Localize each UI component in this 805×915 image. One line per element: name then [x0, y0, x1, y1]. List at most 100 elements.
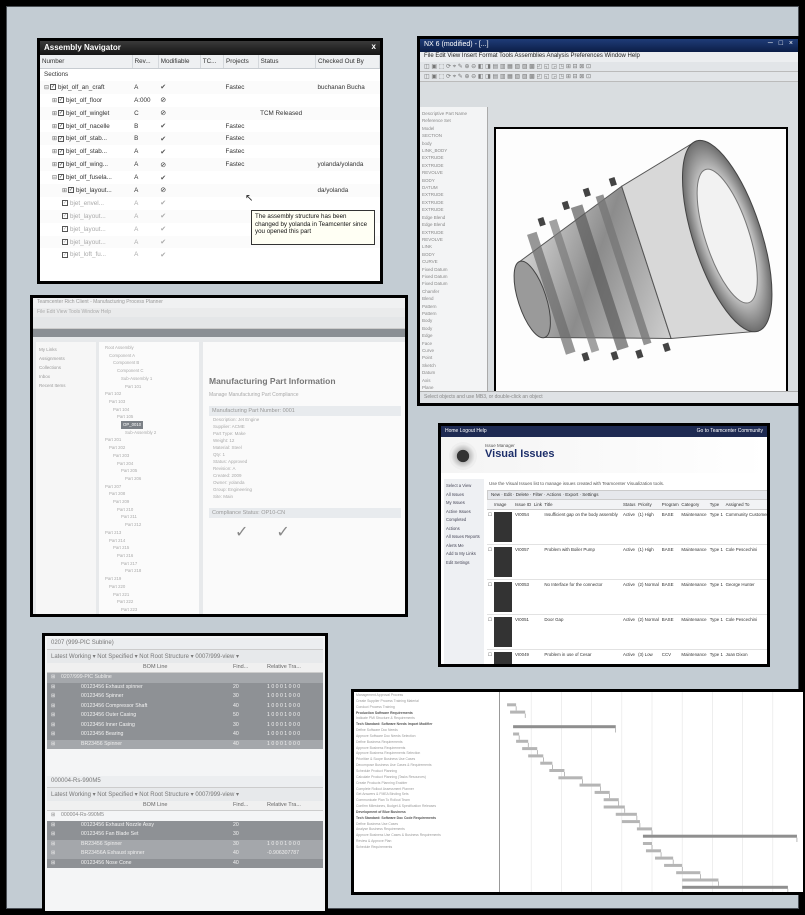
gantt-bar[interactable]	[510, 710, 526, 714]
checkbox[interactable]: ✓	[50, 84, 56, 91]
nav-link[interactable]: Inbox	[39, 372, 93, 381]
gantt-bar[interactable]	[642, 834, 797, 838]
sidebar-link[interactable]: Add to My Links	[446, 550, 482, 559]
tree-item[interactable]: Part 218	[101, 567, 197, 575]
tree-item[interactable]: Part 217	[101, 560, 197, 568]
tree-item[interactable]: Part 222	[101, 598, 197, 606]
expand-icon[interactable]: ⊞	[51, 712, 55, 718]
issues-column-header[interactable]: Issue ID	[514, 500, 533, 510]
assembly-row[interactable]: Sections	[40, 68, 380, 81]
window-controls[interactable]: ─ □ ×	[768, 40, 795, 47]
tree-item[interactable]: Part 214	[101, 537, 197, 545]
navigator-item[interactable]: Body	[422, 317, 485, 324]
tree-item[interactable]: Part 221	[101, 591, 197, 599]
bom-row[interactable]: ⊞ 0207/999-PIC Subline	[47, 673, 323, 683]
column-header[interactable]: Number	[40, 55, 133, 69]
gantt-bar[interactable]	[621, 820, 640, 824]
bom-row[interactable]: ⊞ BR23456 Spinner 30 1 0 0 0 1 0 0 0	[47, 839, 323, 849]
tree-item[interactable]: Component B	[101, 359, 197, 367]
navigator-item[interactable]: Datum	[422, 369, 485, 376]
checkbox[interactable]: ✓	[58, 174, 64, 181]
structure-tree[interactable]: Root Assembly Component A Component B Compo…	[99, 342, 199, 614]
navigator-item[interactable]: Descriptive Part Name	[422, 110, 485, 117]
checkbox[interactable]: ✓	[62, 238, 68, 245]
assembly-row[interactable]: ✓ bjet_envel... A ✔	[40, 197, 380, 210]
navigator-item[interactable]: CURVE	[422, 258, 485, 265]
gantt-bar[interactable]	[540, 761, 553, 765]
navigator-item[interactable]: Body	[422, 325, 485, 332]
issues-column-header[interactable]: Title	[543, 500, 622, 510]
column-header[interactable]: TC...	[200, 55, 225, 69]
gantt-bar[interactable]	[603, 805, 625, 809]
tree-item[interactable]: Part 220	[101, 583, 197, 591]
issue-title[interactable]: Door Gap	[543, 614, 622, 650]
issue-row[interactable]: ☐ VI0054 Insufficient gap on the body asse…	[487, 509, 767, 545]
bom-row[interactable]: ⊞ BR23456A Exhaust spinner 40 -0.906307787	[47, 849, 323, 859]
navigator-item[interactable]: Pattern	[422, 303, 485, 310]
tree-item[interactable]: Sub-Assembly 1	[101, 375, 197, 383]
issues-column-header[interactable]: Link	[532, 500, 544, 510]
issue-row[interactable]: ☐ VI0049 Problem in use of Cesar Active (3) …	[487, 649, 767, 664]
expand-icon[interactable]: ⊞	[51, 860, 55, 866]
assembly-row[interactable]: ⊞ ✓ bjet_olf_wing... A ⊘ Fastec yolanda/yoland…	[40, 158, 380, 172]
checkbox[interactable]: ✓	[62, 200, 68, 207]
cad-menubar[interactable]: File Edit View Insert Format Tools Assem…	[420, 52, 798, 62]
expand-icon[interactable]: ⊞	[51, 822, 55, 828]
tree-item[interactable]: Part 203	[101, 452, 197, 460]
bom-row[interactable]: ⊞ 00123456 Exhaust Nozzle Assy 20	[47, 820, 323, 830]
sidebar-link[interactable]: Alerts Me	[446, 542, 482, 551]
gantt-bar[interactable]	[513, 732, 520, 736]
navigator-item[interactable]: Edge Blend	[422, 221, 485, 228]
tree-item[interactable]: Part 216	[101, 552, 197, 560]
tree-item[interactable]: Part 206	[101, 475, 197, 483]
gantt-bar[interactable]	[682, 885, 788, 889]
tree-item[interactable]: Part 105	[101, 413, 197, 421]
tree-item[interactable]: Part 212	[101, 521, 197, 529]
bom-row[interactable]: ⊞ 00123456 Fan Blade Set 30	[47, 830, 323, 840]
tree-item[interactable]: Part 211	[101, 513, 197, 521]
gantt-bar[interactable]	[558, 776, 583, 780]
tree-item[interactable]: Part 202	[101, 444, 197, 452]
tree-item[interactable]: Part 209	[101, 498, 197, 506]
issue-title[interactable]: Problem with Boiler Pump	[543, 544, 622, 580]
col-relative-2[interactable]: Relative Tra...	[267, 802, 301, 808]
issue-row[interactable]: ☐ VI0057 Problem with Boiler Pump Active (1)…	[487, 544, 767, 580]
navigator-item[interactable]: EXTRUDE	[422, 154, 485, 161]
sidebar-link[interactable]: Select a View	[446, 482, 482, 491]
sidebar-link[interactable]: Completed	[446, 516, 482, 525]
navigator-item[interactable]: EXTRUDE	[422, 229, 485, 236]
navigator-item[interactable]: Edge Blend	[422, 214, 485, 221]
assembly-row[interactable]: ⊞ ✓ bjet_olf_floor A:000 ⊘	[40, 94, 380, 107]
close-icon[interactable]: x	[372, 42, 376, 51]
expand-icon[interactable]: ⊞	[51, 674, 55, 680]
bom-row[interactable]: ⊞ 00123456 Compressor Shaft 40 1 0 0 0 1 0 …	[47, 701, 323, 711]
manufacturing-menubar[interactable]: File Edit View Tools Window Help	[33, 308, 405, 317]
gantt-bar[interactable]	[664, 863, 683, 867]
bom-row[interactable]: ⊞ 00123456 Inner Casing 30 1 0 0 0 1 0 0 0	[47, 720, 323, 730]
gantt-bar[interactable]	[507, 703, 517, 707]
3d-viewport[interactable]	[494, 127, 788, 397]
navigator-item[interactable]: EXTRUDE	[422, 206, 485, 213]
nav-link[interactable]: Recent Items	[39, 381, 93, 390]
expand-icon[interactable]: ⊞	[51, 731, 55, 737]
navigator-item[interactable]: EXTRUDE	[422, 162, 485, 169]
expand-icon[interactable]: ⊞	[51, 841, 55, 847]
assembly-row[interactable]: ⊟ ✓ bjet_olf_an_craft A ✔ Fastec buchanan Buch…	[40, 80, 380, 94]
sidebar-link[interactable]: Active Issues	[446, 508, 482, 517]
issues-column-header[interactable]: Program	[660, 500, 681, 510]
checkbox[interactable]: ✓	[68, 187, 74, 194]
col-bomline-2[interactable]: BOM Line	[143, 802, 167, 808]
issues-column-header[interactable]: Type	[708, 500, 725, 510]
checkbox[interactable]: ✓	[58, 109, 64, 116]
navigator-item[interactable]: Fixed Datum	[422, 273, 485, 280]
tree-item[interactable]: Part 208	[101, 490, 197, 498]
assembly-row[interactable]: ✓ bjet_loft_fu... A ✔	[40, 248, 380, 261]
section-compliance[interactable]: Compliance Status: OP10-CN	[209, 508, 401, 518]
navigator-item[interactable]: Reference Set	[422, 117, 485, 124]
checkbox[interactable]: ✓	[62, 213, 68, 220]
checkbox[interactable]: ✓	[58, 97, 64, 104]
checkbox[interactable]: ✓	[62, 251, 68, 258]
column-header[interactable]: Status	[258, 55, 316, 69]
checkbox[interactable]: ✓	[58, 122, 64, 129]
part-navigator[interactable]: Descriptive Part Name Reference Set Model S…	[420, 107, 488, 399]
